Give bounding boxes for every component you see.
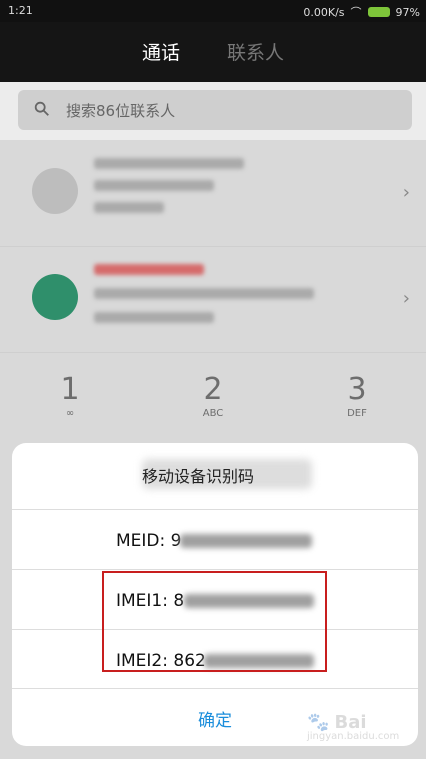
contact-list: › ›: [0, 140, 426, 360]
tab-calls[interactable]: 通话: [142, 38, 180, 65]
dialog-title: 移动设备识别码: [142, 467, 255, 486]
chevron-right-icon[interactable]: ›: [403, 288, 410, 309]
search-input[interactable]: 搜索86位联系人: [18, 90, 412, 130]
status-bar: 1:21 0.00K/s ⌒ 97%: [0, 0, 426, 22]
list-item[interactable]: ›: [0, 246, 426, 353]
baidu-watermark: 🐾 Bai jingyan.baidu.com: [307, 712, 417, 752]
confirm-label: 确定: [198, 711, 232, 731]
search-placeholder: 搜索86位联系人: [66, 102, 176, 120]
wifi-icon: ⌒: [350, 6, 362, 19]
chevron-right-icon[interactable]: ›: [403, 182, 410, 203]
blurred-text: [94, 312, 214, 323]
blurred-value: [180, 534, 312, 548]
blurred-text: [94, 288, 314, 299]
red-highlight-box: [102, 571, 327, 672]
watermark-brand: Bai: [334, 712, 367, 733]
battery-percent: 97%: [395, 5, 420, 19]
blurred-text: [94, 202, 164, 213]
blurred-text: [94, 158, 244, 169]
blurred-text: [94, 264, 204, 275]
battery-icon: [367, 7, 390, 17]
status-right: 0.00K/s ⌒ 97%: [303, 4, 420, 20]
watermark-subtext: jingyan.baidu.com: [307, 731, 400, 742]
search-icon: [34, 101, 49, 116]
network-speed: 0.00K/s: [303, 5, 345, 19]
meid-label: MEID: 9: [116, 531, 182, 551]
paw-icon: 🐾: [307, 712, 330, 733]
tab-contacts[interactable]: 联系人: [227, 38, 284, 65]
list-item[interactable]: ›: [0, 140, 426, 247]
top-tab-bar: 通话 联系人: [0, 22, 426, 82]
shield-icon: [32, 274, 78, 320]
meid-row: MEID: 9: [12, 509, 418, 570]
blurred-text: [94, 180, 214, 191]
avatar-icon: [32, 168, 78, 214]
status-time: 1:21: [8, 4, 33, 17]
